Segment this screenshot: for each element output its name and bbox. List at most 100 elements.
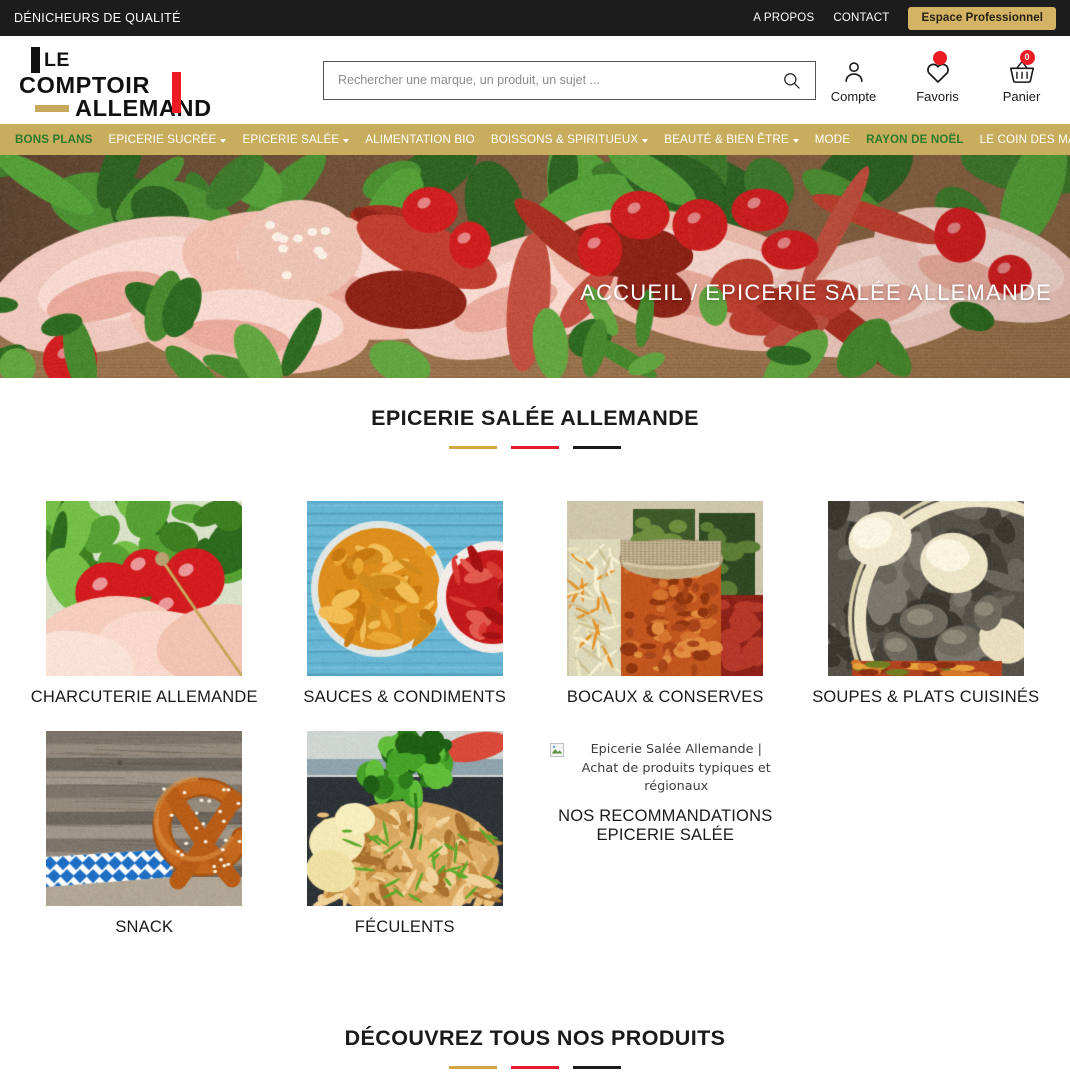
- category-label: SAUCES & CONDIMENTS: [303, 688, 507, 706]
- search-area: [314, 60, 825, 100]
- broken-image-alt-text: Epicerie Salée Allemande | Achat de prod…: [581, 742, 771, 794]
- nav-item-1[interactable]: EPICERIE SUCRÉE: [101, 133, 235, 146]
- account-label: Compte: [830, 88, 877, 104]
- category-tile[interactable]: SNACK: [14, 731, 275, 937]
- recommendations-tile[interactable]: Epicerie Salée Allemande | Achat de prod…: [535, 731, 796, 937]
- topbar-link-contact[interactable]: CONTACT: [833, 12, 889, 24]
- page-title: EPICERIE SALÉE ALLEMANDE: [371, 406, 699, 430]
- broken-image-alt: Epicerie Salée Allemande | Achat de prod…: [550, 741, 780, 795]
- account-button[interactable]: Compte: [825, 57, 882, 104]
- category-label: BOCAUX & CONSERVES: [566, 688, 764, 706]
- nav-item-7[interactable]: RAYON DE NOËL: [858, 133, 972, 146]
- category-label: FÉCULENTS: [354, 918, 455, 937]
- favorites-icon-wrap: [925, 50, 951, 87]
- category-thumbnail[interactable]: [46, 501, 243, 676]
- header-icon-group: Compte Favoris 0 Panier: [825, 49, 1056, 104]
- breadcrumb-separator: /: [690, 279, 699, 305]
- divider-black-bar: [573, 446, 621, 449]
- category-thumbnail[interactable]: [306, 731, 503, 907]
- category-label: CHARCUTERIE ALLEMANDE: [30, 688, 258, 706]
- category-label: SOUPES & PLATS CUISINÉS: [812, 688, 1040, 706]
- nav-item-3[interactable]: ALIMENTATION BIO: [357, 133, 483, 146]
- site-logo[interactable]: LE COMPTOIR ALLEMAND: [14, 41, 314, 121]
- topbar-link-a-propos[interactable]: A PROPOS: [753, 12, 814, 24]
- category-tile[interactable]: SAUCES & CONDIMENTS: [275, 501, 536, 707]
- search-box[interactable]: [323, 60, 816, 100]
- espace-professionnel-button[interactable]: Espace Professionnel: [908, 6, 1056, 30]
- top-utility-bar: DÉNICHEURS DE QUALITÉ A PROPOS CONTACT E…: [0, 0, 1070, 36]
- search-button[interactable]: [780, 71, 803, 90]
- main-navigation: BONS PLANS EPICERIE SUCRÉE EPICERIE SALÉE A…: [0, 124, 1070, 155]
- nav-item-label: ALIMENTATION BIO: [365, 133, 475, 146]
- favorites-badge: [932, 50, 947, 65]
- nav-item-label: RAYON DE NOËL: [866, 133, 964, 146]
- category-image: [567, 501, 764, 676]
- chevron-down-icon: [792, 138, 799, 143]
- chevron-down-icon: [642, 138, 649, 143]
- logo-black-bar-icon: [31, 47, 40, 73]
- page-title-block: EPICERIE SALÉE ALLEMANDE: [0, 378, 1070, 449]
- divider-gold-bar: [449, 1065, 497, 1069]
- divider-red-bar: [511, 1065, 559, 1069]
- divider-gold-bar: [449, 446, 497, 449]
- category-tile[interactable]: CHARCUTERIE ALLEMANDE: [14, 501, 275, 707]
- category-thumbnail[interactable]: [306, 501, 503, 676]
- broken-image-icon: [550, 743, 565, 758]
- recommendations-label: NOS RECOMMANDATIONS EPICERIE SALÉE: [558, 806, 773, 845]
- category-image: [306, 731, 503, 907]
- breadcrumb: ACCUEIL / EPICERIE SALÉE ALLEMANDE: [580, 155, 1052, 378]
- bottom-section-title: DÉCOUVREZ TOUS NOS PRODUITS: [344, 1025, 726, 1050]
- divider-red-bar: [511, 446, 559, 449]
- category-tile[interactable]: BOCAUX & CONSERVES: [535, 501, 796, 707]
- flag-divider-bottom: [0, 1065, 1070, 1069]
- category-image: [46, 731, 243, 907]
- broken-image-tile[interactable]: Epicerie Salée Allemande | Achat de prod…: [550, 731, 780, 845]
- category-tile[interactable]: SOUPES & PLATS CUISINÉS: [796, 501, 1057, 707]
- user-icon: [844, 61, 863, 82]
- category-thumbnail[interactable]: [827, 501, 1024, 676]
- cart-button[interactable]: 0 Panier: [993, 49, 1050, 104]
- category-image: [46, 501, 243, 676]
- nav-item-label: BOISSONS & SPIRITUEUX: [490, 133, 639, 146]
- chevron-down-icon: [343, 138, 350, 143]
- nav-item-5[interactable]: BEAUTÉ & BIEN ÊTRE: [656, 133, 806, 146]
- divider-black-bar: [573, 1065, 621, 1069]
- category-thumbnail[interactable]: [46, 731, 243, 907]
- category-thumbnail[interactable]: [567, 501, 764, 676]
- bottom-title-block: DÉCOUVREZ TOUS NOS PRODUITS: [0, 938, 1070, 1083]
- category-tile[interactable]: FÉCULENTS: [275, 731, 536, 937]
- category-image: [827, 501, 1024, 676]
- nav-item-0[interactable]: BONS PLANS: [7, 133, 101, 146]
- nav-item-label: EPICERIE SALÉE: [242, 133, 340, 146]
- hero-banner: ACCUEIL / EPICERIE SALÉE ALLEMANDE: [0, 155, 1070, 378]
- cart-icon-wrap: 0: [1008, 49, 1036, 87]
- logo-red-bar-icon: [172, 72, 181, 113]
- logo-line-le: LE: [44, 49, 70, 71]
- chevron-down-icon: [220, 138, 227, 143]
- favorites-button[interactable]: Favoris: [909, 50, 966, 104]
- cart-badge: 0: [1019, 49, 1035, 65]
- search-input[interactable]: [338, 73, 780, 87]
- breadcrumb-home[interactable]: ACCUEIL: [580, 280, 684, 306]
- nav-item-2[interactable]: EPICERIE SALÉE: [234, 133, 357, 146]
- nav-item-6[interactable]: MODE: [807, 133, 858, 146]
- nav-item-label: EPICERIE SUCRÉE: [108, 133, 217, 146]
- logo-line-allemand: ALLEMAND: [75, 95, 212, 121]
- account-icon-wrap: [841, 57, 867, 87]
- nav-item-8[interactable]: LE COIN DES MARQUES: [972, 133, 1070, 146]
- breadcrumb-current: EPICERIE SALÉE ALLEMANDE: [705, 279, 1052, 305]
- topbar-links: A PROPOS CONTACT Espace Professionnel: [753, 6, 1056, 30]
- category-image: [306, 501, 503, 676]
- category-grid: CHARCUTERIE ALLEMANDE SAUCES & CONDIMENTS…: [0, 449, 1070, 938]
- cart-label: Panier: [1002, 88, 1041, 104]
- category-label: SNACK: [115, 918, 174, 937]
- nav-item-label: BONS PLANS: [15, 133, 93, 146]
- logo-gold-dash-icon: [35, 105, 69, 112]
- tagline: DÉNICHEURS DE QUALITÉ: [14, 11, 181, 25]
- favorites-label: Favoris: [916, 88, 959, 104]
- nav-item-label: BEAUTÉ & BIEN ÊTRE: [664, 133, 789, 146]
- nav-item-4[interactable]: BOISSONS & SPIRITUEUX: [483, 133, 656, 146]
- nav-item-label: LE COIN DES MARQUES: [979, 133, 1070, 146]
- nav-item-label: MODE: [814, 133, 851, 146]
- site-header: LE COMPTOIR ALLEMAND Compte: [0, 36, 1070, 124]
